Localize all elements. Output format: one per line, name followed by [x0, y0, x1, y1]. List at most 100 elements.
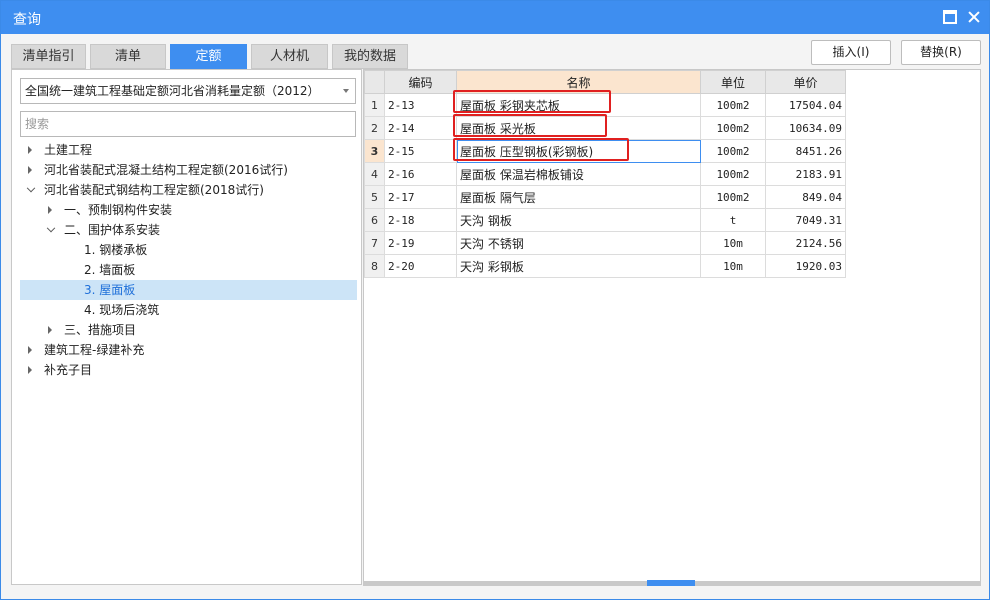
cell-price[interactable]: 10634.09: [765, 116, 846, 140]
expand-icon[interactable]: [48, 326, 52, 334]
row-number: 7: [364, 231, 385, 255]
cell-price[interactable]: 2183.91: [765, 162, 846, 186]
tree-node-label: 三、措施项目: [64, 323, 137, 337]
table-row[interactable]: 5 2-17 屋面板 隔气层 100m2 849.04: [364, 185, 846, 209]
tree-node-label: 一、预制钢构件安装: [64, 203, 173, 217]
tree-node-label: 河北省装配式钢结构工程定额(2018试行): [44, 183, 264, 197]
table-header-row: 编码 名称 单位 单价: [364, 70, 846, 94]
library-select[interactable]: 全国统一建筑工程基础定额河北省消耗量定额（2012）: [20, 78, 356, 104]
cell-price[interactable]: 2124.56: [765, 231, 846, 255]
tree-node-label: 2. 墙面板: [84, 263, 136, 277]
table-row[interactable]: 6 2-18 天沟 钢板 t 7049.31: [364, 208, 846, 232]
tree-node-label: 二、围护体系安装: [64, 223, 161, 237]
cell-price[interactable]: 1920.03: [765, 254, 846, 278]
tree-node-label: 3. 屋面板: [84, 283, 136, 297]
scroll-thumb[interactable]: [647, 580, 695, 586]
cell-name[interactable]: 屋面板 压型钢板(彩钢板): [456, 139, 701, 163]
tree-node-floor-deck[interactable]: 1. 钢楼承板: [20, 240, 357, 260]
table-row[interactable]: 7 2-19 天沟 不锈钢 10m 2124.56: [364, 231, 846, 255]
column-header-unit[interactable]: 单位: [700, 70, 766, 94]
row-number-header: [364, 70, 385, 94]
tree-node-wall-panel[interactable]: 2. 墙面板: [20, 260, 357, 280]
collapse-icon[interactable]: [26, 183, 36, 193]
table-row[interactable]: 2 2-14 屋面板 采光板 100m2 10634.09: [364, 116, 846, 140]
tree-node-prefab-steel[interactable]: 河北省装配式钢结构工程定额(2018试行): [20, 180, 357, 200]
tab-quota[interactable]: 定额: [170, 44, 247, 69]
row-number: 8: [364, 254, 385, 278]
cell-price[interactable]: 8451.26: [765, 139, 846, 163]
tree-node-supplement[interactable]: 补充子目: [20, 360, 357, 380]
quota-table: 编码 名称 单位 单价 1 2-13 屋面板 彩钢夹芯板 100m2 17504…: [364, 70, 846, 278]
insert-button[interactable]: 插入(I): [811, 40, 891, 65]
tree-node-prefab-concrete[interactable]: 河北省装配式混凝土结构工程定额(2016试行): [20, 160, 357, 180]
cell-name[interactable]: 屋面板 保温岩棉板铺设: [456, 162, 701, 186]
cell-name[interactable]: 屋面板 采光板: [456, 116, 701, 140]
cell-code[interactable]: 2-16: [384, 162, 457, 186]
tree-node-cast-in-place[interactable]: 4. 现场后浇筑: [20, 300, 357, 320]
tab-bill[interactable]: 清单: [90, 44, 166, 69]
cell-code[interactable]: 2-20: [384, 254, 457, 278]
replace-button[interactable]: 替换(R): [901, 40, 981, 65]
tree-node-roof-panel[interactable]: 3. 屋面板: [20, 280, 357, 300]
close-icon[interactable]: [967, 10, 981, 24]
collapse-icon[interactable]: [46, 223, 56, 233]
cell-unit[interactable]: 100m2: [700, 93, 766, 117]
cell-name[interactable]: 屋面板 彩钢夹芯板: [456, 93, 701, 117]
cell-name[interactable]: 天沟 不锈钢: [456, 231, 701, 255]
left-pane: 全国统一建筑工程基础定额河北省消耗量定额（2012） 土建工程 河北省装配式混凝…: [11, 69, 362, 585]
tree-node-green-building[interactable]: 建筑工程-绿建补充: [20, 340, 357, 360]
dropdown-arrow-icon: [343, 89, 349, 93]
row-number: 4: [364, 162, 385, 186]
tree-node-label: 土建工程: [44, 143, 93, 157]
tree-node-measures[interactable]: 三、措施项目: [20, 320, 357, 340]
cell-name[interactable]: 屋面板 隔气层: [456, 185, 701, 209]
cell-unit[interactable]: t: [700, 208, 766, 232]
table-row-current[interactable]: 3 2-15 屋面板 压型钢板(彩钢板) 100m2 8451.26: [364, 139, 846, 163]
cell-name[interactable]: 天沟 钢板: [456, 208, 701, 232]
tab-my-data[interactable]: 我的数据: [332, 44, 408, 69]
row-number: 6: [364, 208, 385, 232]
cell-unit[interactable]: 10m: [700, 254, 766, 278]
cell-code[interactable]: 2-14: [384, 116, 457, 140]
cell-code[interactable]: 2-13: [384, 93, 457, 117]
row-number: 2: [364, 116, 385, 140]
maximize-icon[interactable]: [943, 10, 957, 24]
expand-icon[interactable]: [28, 366, 32, 374]
cell-code[interactable]: 2-19: [384, 231, 457, 255]
column-header-code[interactable]: 编码: [384, 70, 457, 94]
tree-node-enclosure[interactable]: 二、围护体系安装: [20, 220, 357, 240]
tree-node-steel-install[interactable]: 一、预制钢构件安装: [20, 200, 357, 220]
search-input[interactable]: [20, 111, 356, 137]
expand-icon[interactable]: [48, 206, 52, 214]
cell-code[interactable]: 2-15: [384, 139, 457, 163]
cell-price[interactable]: 849.04: [765, 185, 846, 209]
expand-icon[interactable]: [28, 346, 32, 354]
tree-node-label: 补充子目: [44, 363, 93, 377]
tree-node-civil[interactable]: 土建工程: [20, 140, 357, 160]
cell-code[interactable]: 2-17: [384, 185, 457, 209]
expand-icon[interactable]: [28, 166, 32, 174]
cell-unit[interactable]: 100m2: [700, 162, 766, 186]
tab-labor-material[interactable]: 人材机: [251, 44, 328, 69]
cell-unit[interactable]: 100m2: [700, 116, 766, 140]
tab-bill-guide[interactable]: 清单指引: [11, 44, 86, 69]
cell-unit[interactable]: 100m2: [700, 185, 766, 209]
cell-price[interactable]: 17504.04: [765, 93, 846, 117]
tree-node-label: 4. 现场后浇筑: [84, 303, 160, 317]
table-row[interactable]: 4 2-16 屋面板 保温岩棉板铺设 100m2 2183.91: [364, 162, 846, 186]
horizontal-scrollbar[interactable]: [363, 580, 981, 586]
cell-unit[interactable]: 100m2: [700, 139, 766, 163]
column-header-price[interactable]: 单价: [765, 70, 846, 94]
cell-name[interactable]: 天沟 彩钢板: [456, 254, 701, 278]
table-row[interactable]: 8 2-20 天沟 彩钢板 10m 1920.03: [364, 254, 846, 278]
query-dialog: 查询 清单指引 清单 定额 人材机 我的数据 插入(I) 替换(R) 全国统一建…: [0, 0, 990, 600]
table-row[interactable]: 1 2-13 屋面板 彩钢夹芯板 100m2 17504.04: [364, 93, 846, 117]
column-header-name[interactable]: 名称: [456, 70, 701, 94]
cell-code[interactable]: 2-18: [384, 208, 457, 232]
cell-unit[interactable]: 10m: [700, 231, 766, 255]
row-number: 3: [364, 139, 385, 163]
expand-icon[interactable]: [28, 146, 32, 154]
cell-price[interactable]: 7049.31: [765, 208, 846, 232]
tree-node-label: 河北省装配式混凝土结构工程定额(2016试行): [44, 163, 288, 177]
title-bar[interactable]: 查询: [1, 1, 989, 34]
